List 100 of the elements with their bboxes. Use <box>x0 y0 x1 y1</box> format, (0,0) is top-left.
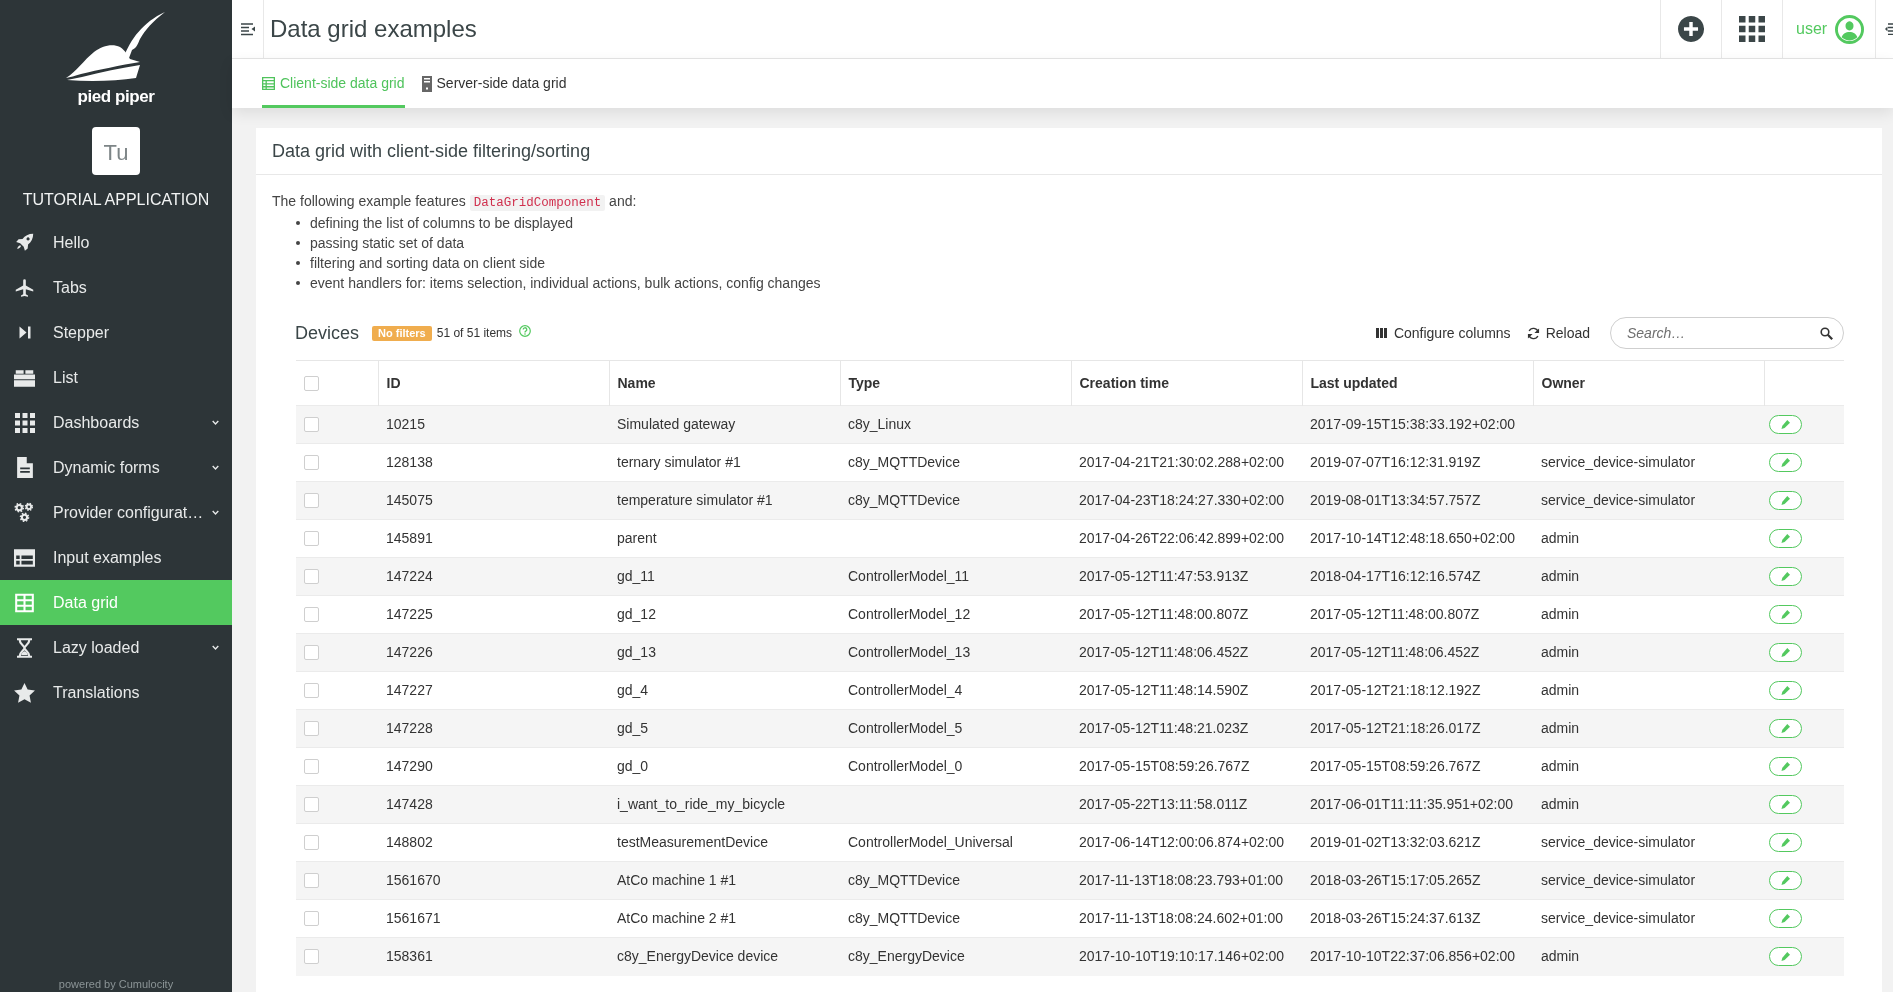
table-cell: 158361 <box>378 937 609 976</box>
list-item: defining the list of columns to be displayed <box>310 213 574 233</box>
pencil-icon <box>1781 914 1790 923</box>
sidebar-item[interactable]: List <box>0 355 232 400</box>
table-cell: 148802 <box>378 823 609 862</box>
table-cell: 147290 <box>378 747 609 786</box>
list-table-icon <box>14 548 35 567</box>
row-checkbox[interactable] <box>304 797 319 812</box>
table-cell: 2017-05-12T21:18:12.192Z <box>1302 671 1533 710</box>
edit-button[interactable] <box>1769 909 1802 928</box>
sidebar-item[interactable]: Tabs <box>0 265 232 310</box>
table-cell: 2017-06-14T12:00:06.874+02:00 <box>1071 823 1302 862</box>
edit-button[interactable] <box>1769 871 1802 890</box>
table-cell: ControllerModel_5 <box>840 709 1071 748</box>
pencil-icon <box>1781 686 1790 695</box>
edit-button[interactable] <box>1769 415 1802 434</box>
table-cell: service_device-simulator <box>1533 443 1764 482</box>
search-icon <box>1820 327 1833 340</box>
help-icon[interactable] <box>519 325 532 337</box>
row-checkbox[interactable] <box>304 417 319 432</box>
reload-button[interactable]: Reload <box>1526 322 1590 344</box>
table-cell: admin <box>1533 785 1764 824</box>
pencil-icon <box>1781 724 1790 733</box>
list-item: filtering and sorting data on client side <box>310 253 546 273</box>
table-cell: Simulated gateway <box>609 405 840 444</box>
table-cell: 2019-07-07T16:12:31.919Z <box>1302 443 1533 482</box>
row-checkbox[interactable] <box>304 569 319 584</box>
row-checkbox[interactable] <box>304 531 319 546</box>
edit-button[interactable] <box>1769 529 1802 548</box>
row-checkbox[interactable] <box>304 493 319 508</box>
table-cell: 2017-05-12T11:48:00.807Z <box>1071 595 1302 634</box>
edit-button[interactable] <box>1769 833 1802 852</box>
search-field[interactable]: Search… <box>1610 317 1844 349</box>
sidebar-item[interactable]: Dashboards <box>0 400 232 445</box>
document-icon <box>16 457 33 478</box>
intro-text: The following example features DataGridComponent and: <box>272 192 638 213</box>
tab[interactable]: Server-side data grid <box>421 59 567 108</box>
row-checkbox[interactable] <box>304 835 319 850</box>
table-cell: 145075 <box>378 481 609 520</box>
sidebar-item[interactable]: Translations <box>0 670 232 715</box>
sidebar-item[interactable]: Hello <box>0 220 232 265</box>
pencil-icon <box>1781 952 1790 962</box>
row-checkbox[interactable] <box>304 645 319 660</box>
edit-button[interactable] <box>1769 947 1802 967</box>
configure-columns-button[interactable]: Configure columns <box>1375 322 1511 344</box>
table-cell: 147226 <box>378 633 609 672</box>
table-cell: AtCo machine 1 #1 <box>609 861 840 900</box>
row-checkbox[interactable] <box>304 873 319 888</box>
row-checkbox[interactable] <box>304 683 319 698</box>
sidebar-item[interactable]: Provider configurat… <box>0 490 232 535</box>
table-cell: c8y_MQTTDevice <box>840 443 1071 482</box>
row-checkbox[interactable] <box>304 455 319 470</box>
edit-button[interactable] <box>1769 719 1802 738</box>
table-cell: admin <box>1533 671 1764 710</box>
apps-grid-icon <box>1739 16 1765 42</box>
table-cell: 2017-04-26T22:06:42.899+02:00 <box>1071 519 1302 558</box>
table-cell: 2017-05-12T11:48:06.452Z <box>1071 633 1302 672</box>
edit-button[interactable] <box>1769 681 1802 700</box>
row-checkbox[interactable] <box>304 949 319 965</box>
row-checkbox[interactable] <box>304 911 319 926</box>
table-cell: service_device-simulator <box>1533 861 1764 900</box>
sidebar-item[interactable]: Input examples <box>0 535 232 580</box>
edit-button[interactable] <box>1769 643 1802 662</box>
table-cell: 2017-05-12T21:18:26.017Z <box>1302 709 1533 748</box>
sidebar-item[interactable]: Lazy loaded <box>0 625 232 670</box>
edit-button[interactable] <box>1769 605 1802 624</box>
table-cell: gd_0 <box>609 747 840 786</box>
edit-button[interactable] <box>1769 795 1802 814</box>
sidebar-item[interactable]: Stepper <box>0 310 232 355</box>
table-cell: admin <box>1533 633 1764 672</box>
table-cell: 2017-10-10T19:10:17.146+02:00 <box>1071 937 1302 976</box>
row-checkbox[interactable] <box>304 759 319 774</box>
table-cell: 2018-03-26T15:17:05.265Z <box>1302 861 1533 900</box>
select-all-checkbox[interactable] <box>304 375 319 391</box>
row-checkbox[interactable] <box>304 607 319 622</box>
table-cell: service_device-simulator <box>1533 899 1764 938</box>
edit-button[interactable] <box>1769 491 1802 510</box>
table-cell: gd_12 <box>609 595 840 634</box>
table-cell: 2017-04-23T18:24:27.330+02:00 <box>1071 481 1302 520</box>
panel-toggle-icon[interactable] <box>1885 23 1893 35</box>
edit-button[interactable] <box>1769 453 1802 472</box>
table-cell: 2019-01-02T13:32:03.621Z <box>1302 823 1533 862</box>
row-checkbox[interactable] <box>304 721 319 736</box>
bullet-icon <box>296 241 300 245</box>
table-cell: c8y_MQTTDevice <box>840 899 1071 938</box>
edit-button[interactable] <box>1769 567 1802 586</box>
table-cell: 10215 <box>378 405 609 444</box>
pencil-icon <box>1781 800 1790 809</box>
pencil-icon <box>1781 572 1790 581</box>
table-cell: i_want_to_ride_my_bicycle <box>609 785 840 824</box>
table-cell: 147428 <box>378 785 609 824</box>
pencil-icon <box>1781 876 1790 885</box>
edit-button[interactable] <box>1769 757 1802 776</box>
table-cell: 2017-11-13T18:08:23.793+01:00 <box>1071 861 1302 900</box>
table-cell: ternary simulator #1 <box>609 443 840 482</box>
bullet-icon <box>296 221 300 225</box>
table-icon <box>15 592 34 613</box>
sidebar-item[interactable]: Dynamic forms <box>0 445 232 490</box>
pencil-icon <box>1781 838 1790 847</box>
table-cell: ControllerModel_12 <box>840 595 1071 634</box>
